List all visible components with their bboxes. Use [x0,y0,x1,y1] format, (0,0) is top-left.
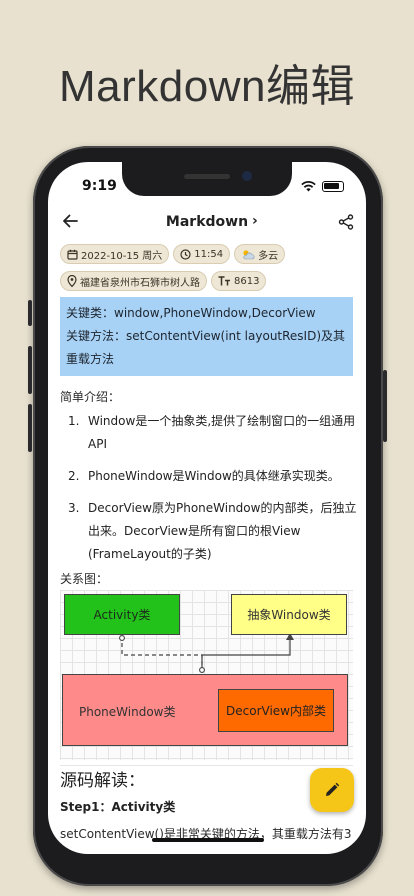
date-chip[interactable]: 2022-10-15 周六 [60,244,170,264]
camera-notch [122,162,292,196]
weather-chip[interactable]: 多云 [234,244,286,264]
mute-switch [28,300,32,326]
list-number: 1. [68,414,80,428]
list-number: 3. [68,501,80,515]
list-item: 3. DecorView原为PhoneWindow的内部类，后独立出来。Deco… [68,497,361,566]
meta-row-2: 福建省泉州市石狮市树人路 8613 [60,271,267,291]
wifi-icon [301,181,316,192]
weather-text: 多云 [258,250,279,262]
front-camera [242,171,252,181]
word-count-chip[interactable]: 8613 [211,271,267,291]
text-size-icon [218,276,230,286]
list-text: PhoneWindow是Window的具体继承实现类。 [88,469,340,483]
meta-row-1: 2022-10-15 周六 11:54 多云 [60,244,286,264]
decorview-class-box: DecorView内部类 [218,689,334,732]
location-pin-icon [67,275,77,287]
edit-fab-button[interactable] [310,768,354,812]
clock-icon [180,248,191,260]
word-count-text: 8613 [234,275,260,287]
location-chip[interactable]: 福建省泉州市石狮市树人路 [60,271,207,291]
list-text: Window是一个抽象类,提供了绘制窗口的一组通用API [88,414,356,451]
intro-label: 简单介绍： [60,390,121,404]
list-item: 2. PhoneWindow是Window的具体继承实现类。 [68,465,361,488]
callout-line: 关键类：window,PhoneWindow,DecorView [66,306,316,320]
home-indicator[interactable] [152,838,264,842]
time-text: 11:54 [194,248,224,260]
callout-line: 关键方法：setContentView(int layoutResID)及其重载… [66,329,346,366]
relationship-diagram: Activity类 抽象Window类 PhoneWindow类 DecorVi… [60,590,353,760]
list-item: 1. Window是一个抽象类,提供了绘制窗口的一组通用API [68,410,361,456]
share-button[interactable] [338,214,354,234]
nav-bar: Markdown › [48,210,366,236]
title-chevron-icon[interactable]: › [252,213,258,229]
status-icons [301,181,344,192]
volume-up-button [28,346,32,394]
activity-class-box: Activity类 [64,594,180,635]
location-text: 福建省泉州市石狮市树人路 [80,277,200,289]
speaker-grille [184,174,230,179]
power-button [383,370,387,442]
list-number: 2. [68,469,80,483]
list-text: DecorView原为PhoneWindow的内部类，后独立出来。DecorVi… [88,501,357,561]
date-text: 2022-10-15 周六 [81,250,163,262]
cloud-sun-icon [243,249,255,259]
phone-screen: 9:19 Markdown › 2022-10-15 周六 11:54 多云 福… [48,162,366,854]
diagram-label: 关系图： [60,572,109,586]
status-time: 9:19 [82,178,117,194]
pencil-icon [326,782,340,796]
page-title: Markdown [165,214,249,230]
intro-list: 1. Window是一个抽象类,提供了绘制窗口的一组通用API 2. Phone… [68,410,361,575]
promo-title: Markdown编辑 [59,62,355,111]
share-icon [338,214,354,230]
time-chip[interactable]: 11:54 [173,244,231,264]
phonewindow-label: PhoneWindow类 [79,705,176,719]
calendar-icon [67,249,78,260]
key-info-callout: 关键类：window,PhoneWindow,DecorView 关键方法：se… [60,297,353,376]
battery-icon [322,181,344,192]
window-class-box: 抽象Window类 [231,594,347,635]
volume-down-button [28,404,32,452]
